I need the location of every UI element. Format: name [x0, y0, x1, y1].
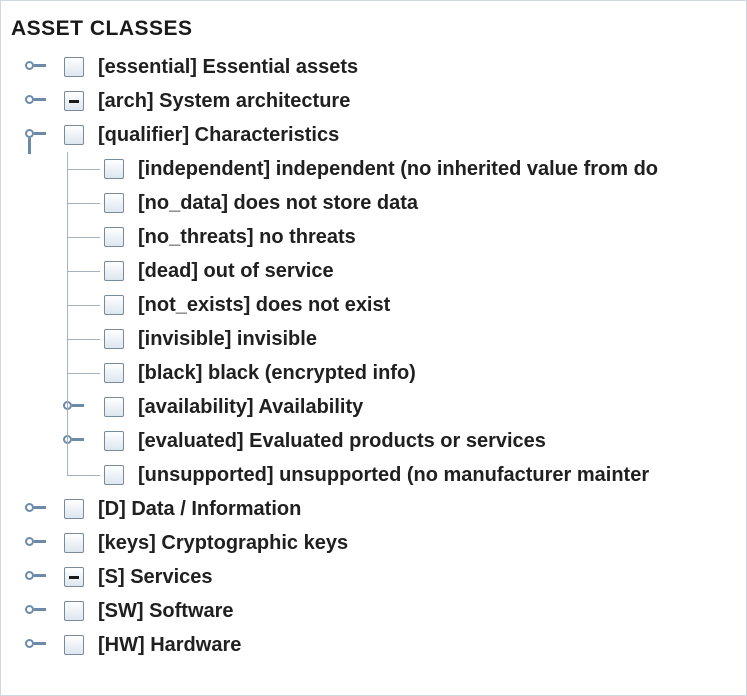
handle-knob	[25, 639, 34, 648]
collapsed-handle-icon[interactable]	[25, 50, 47, 84]
handle-stem	[34, 642, 46, 645]
tree-child-node[interactable]: [invisible] invisible	[1, 322, 746, 356]
handle-knob	[25, 537, 34, 546]
node-label: [S] Services	[98, 566, 213, 588]
tree-node[interactable]: [keys] Cryptographic keys	[1, 526, 746, 560]
handle-knob	[25, 95, 34, 104]
checkbox[interactable]	[64, 499, 84, 519]
tree-node[interactable]: [HW] Hardware	[1, 628, 746, 662]
handle-knob	[25, 61, 34, 70]
tree-node[interactable]: [S] Services	[1, 560, 746, 594]
tree-child-node[interactable]: [no_threats] no threats	[1, 220, 746, 254]
tree-child-node[interactable]: [availability] Availability	[1, 390, 746, 424]
collapsed-handle-icon[interactable]	[25, 84, 47, 118]
handle-stem	[72, 438, 84, 441]
node-label: [not_exists] does not exist	[138, 294, 391, 316]
checkbox[interactable]	[104, 261, 124, 281]
partial-checkbox[interactable]	[64, 91, 84, 111]
checkbox[interactable]	[64, 601, 84, 621]
tree-child-node[interactable]: [evaluated] Evaluated products or servic…	[1, 424, 746, 458]
tree-connector-line	[67, 339, 100, 340]
checkbox[interactable]	[104, 193, 124, 213]
asset-classes-tree: ASSET CLASSES [essential] Essential asse…	[0, 0, 747, 696]
checkbox[interactable]	[64, 533, 84, 553]
tree-connector-line	[67, 305, 100, 306]
node-label: [no_data] does not store data	[138, 192, 419, 214]
tree-connector-line	[67, 169, 100, 170]
handle-knob	[25, 571, 34, 580]
checkbox[interactable]	[64, 125, 84, 145]
node-label: [essential] Essential assets	[98, 56, 359, 78]
handle-stem	[72, 404, 84, 407]
checkbox[interactable]	[104, 431, 124, 451]
node-label: [evaluated] Evaluated products or servic…	[138, 430, 546, 452]
tree-connector-line	[67, 373, 100, 374]
node-label: [arch] System architecture	[98, 90, 351, 112]
tree-connector-line	[67, 203, 100, 204]
node-label: [availability] Availability	[138, 396, 364, 418]
handle-stem	[34, 608, 46, 611]
node-label: [SW] Software	[98, 600, 234, 622]
checkbox[interactable]	[104, 397, 124, 417]
node-label: [keys] Cryptographic keys	[98, 532, 349, 554]
node-label: [independent] independent (no inherited …	[138, 158, 658, 180]
checkbox[interactable]	[64, 635, 84, 655]
tree-child-node[interactable]: [unsupported] unsupported (no manufactur…	[1, 458, 746, 492]
handle-stem	[34, 132, 46, 135]
tree-vertical-guide	[67, 152, 68, 475]
tree-child-node[interactable]: [not_exists] does not exist	[1, 288, 746, 322]
node-label: [HW] Hardware	[98, 634, 242, 656]
checkbox[interactable]	[104, 295, 124, 315]
handle-knob	[25, 605, 34, 614]
tree-connector-line	[67, 237, 100, 238]
checkbox[interactable]	[104, 159, 124, 179]
handle-stem	[34, 64, 46, 67]
handle-knob	[25, 503, 34, 512]
node-label: [black] black (encrypted info)	[138, 362, 416, 384]
handle-stem	[34, 506, 46, 509]
tree-child-node[interactable]: [black] black (encrypted info)	[1, 356, 746, 390]
node-label: [dead] out of service	[138, 260, 334, 282]
checkbox[interactable]	[104, 227, 124, 247]
tree-node[interactable]: [arch] System architecture	[1, 84, 746, 118]
tree-child-node[interactable]: [independent] independent (no inherited …	[1, 152, 746, 186]
tree-title: ASSET CLASSES	[11, 17, 193, 40]
tree-node[interactable]: [D] Data / Information	[1, 492, 746, 526]
tree-child-node[interactable]: [no_data] does not store data	[1, 186, 746, 220]
collapsed-handle-icon[interactable]	[25, 594, 47, 628]
collapsed-handle-icon[interactable]	[25, 492, 47, 526]
node-label: [invisible] invisible	[138, 328, 317, 350]
checkbox[interactable]	[104, 329, 124, 349]
node-label: [D] Data / Information	[98, 498, 302, 520]
handle-stem	[34, 540, 46, 543]
handle-stem	[34, 574, 46, 577]
tree-connector-line	[67, 475, 100, 476]
tree-connector-line	[67, 271, 100, 272]
tree-child-node[interactable]: [dead] out of service	[1, 254, 746, 288]
collapsed-handle-icon[interactable]	[25, 526, 47, 560]
handle-stem	[34, 98, 46, 101]
tree-node[interactable]: [SW] Software	[1, 594, 746, 628]
collapsed-handle-icon[interactable]	[25, 560, 47, 594]
node-label: [qualifier] Characteristics	[98, 124, 340, 146]
collapsed-handle-icon[interactable]	[25, 628, 47, 662]
handle-knob	[25, 129, 34, 138]
expanded-handle-icon[interactable]	[25, 118, 47, 154]
node-label: [unsupported] unsupported (no manufactur…	[138, 464, 650, 486]
tree-node[interactable]: [essential] Essential assets	[1, 50, 746, 84]
partial-checkbox[interactable]	[64, 567, 84, 587]
checkbox[interactable]	[104, 465, 124, 485]
checkbox[interactable]	[104, 363, 124, 383]
checkbox[interactable]	[64, 57, 84, 77]
tree-node[interactable]: [qualifier] Characteristics	[1, 118, 746, 154]
node-label: [no_threats] no threats	[138, 226, 356, 248]
